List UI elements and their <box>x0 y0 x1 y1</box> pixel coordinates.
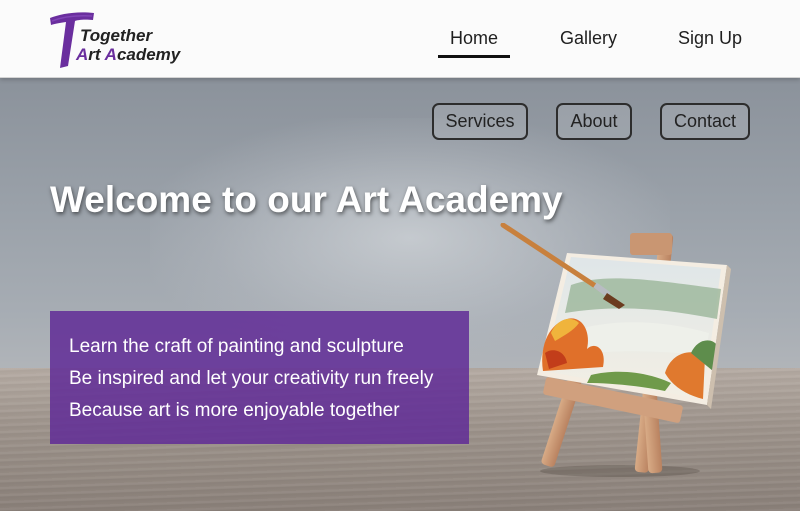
about-button[interactable]: About <box>556 103 632 140</box>
logo-text-line1: Together <box>80 26 153 45</box>
info-line: Learn the craft of painting and sculptur… <box>69 336 404 357</box>
easel-with-painting-icon <box>500 223 731 477</box>
info-box: Learn the craft of painting and sculptur… <box>50 311 469 444</box>
logo[interactable]: Together Art Academy <box>46 8 196 70</box>
logo-text-cademy: cademy <box>116 45 181 64</box>
logo-text-rt: rt <box>88 45 105 64</box>
logo-letter-a: A <box>76 45 89 64</box>
hero-section: Services About Contact Welcome to our Ar… <box>0 78 800 511</box>
hero-title: Welcome to our Art Academy <box>50 179 563 220</box>
site-header: Together Art Academy Home Gallery Sign U… <box>0 0 800 78</box>
logo-text-line2: Art Academy <box>76 45 180 65</box>
logo-letter-A: A <box>104 45 117 64</box>
services-button[interactable]: Services <box>432 103 528 140</box>
nav-sign-up[interactable]: Sign Up <box>678 28 742 49</box>
contact-button[interactable]: Contact <box>660 103 750 140</box>
info-line: Because art is more enjoyable together <box>69 400 400 421</box>
nav-gallery[interactable]: Gallery <box>560 28 617 49</box>
info-line: Be inspired and let your creativity run … <box>69 368 434 389</box>
nav-home[interactable]: Home <box>438 28 510 58</box>
